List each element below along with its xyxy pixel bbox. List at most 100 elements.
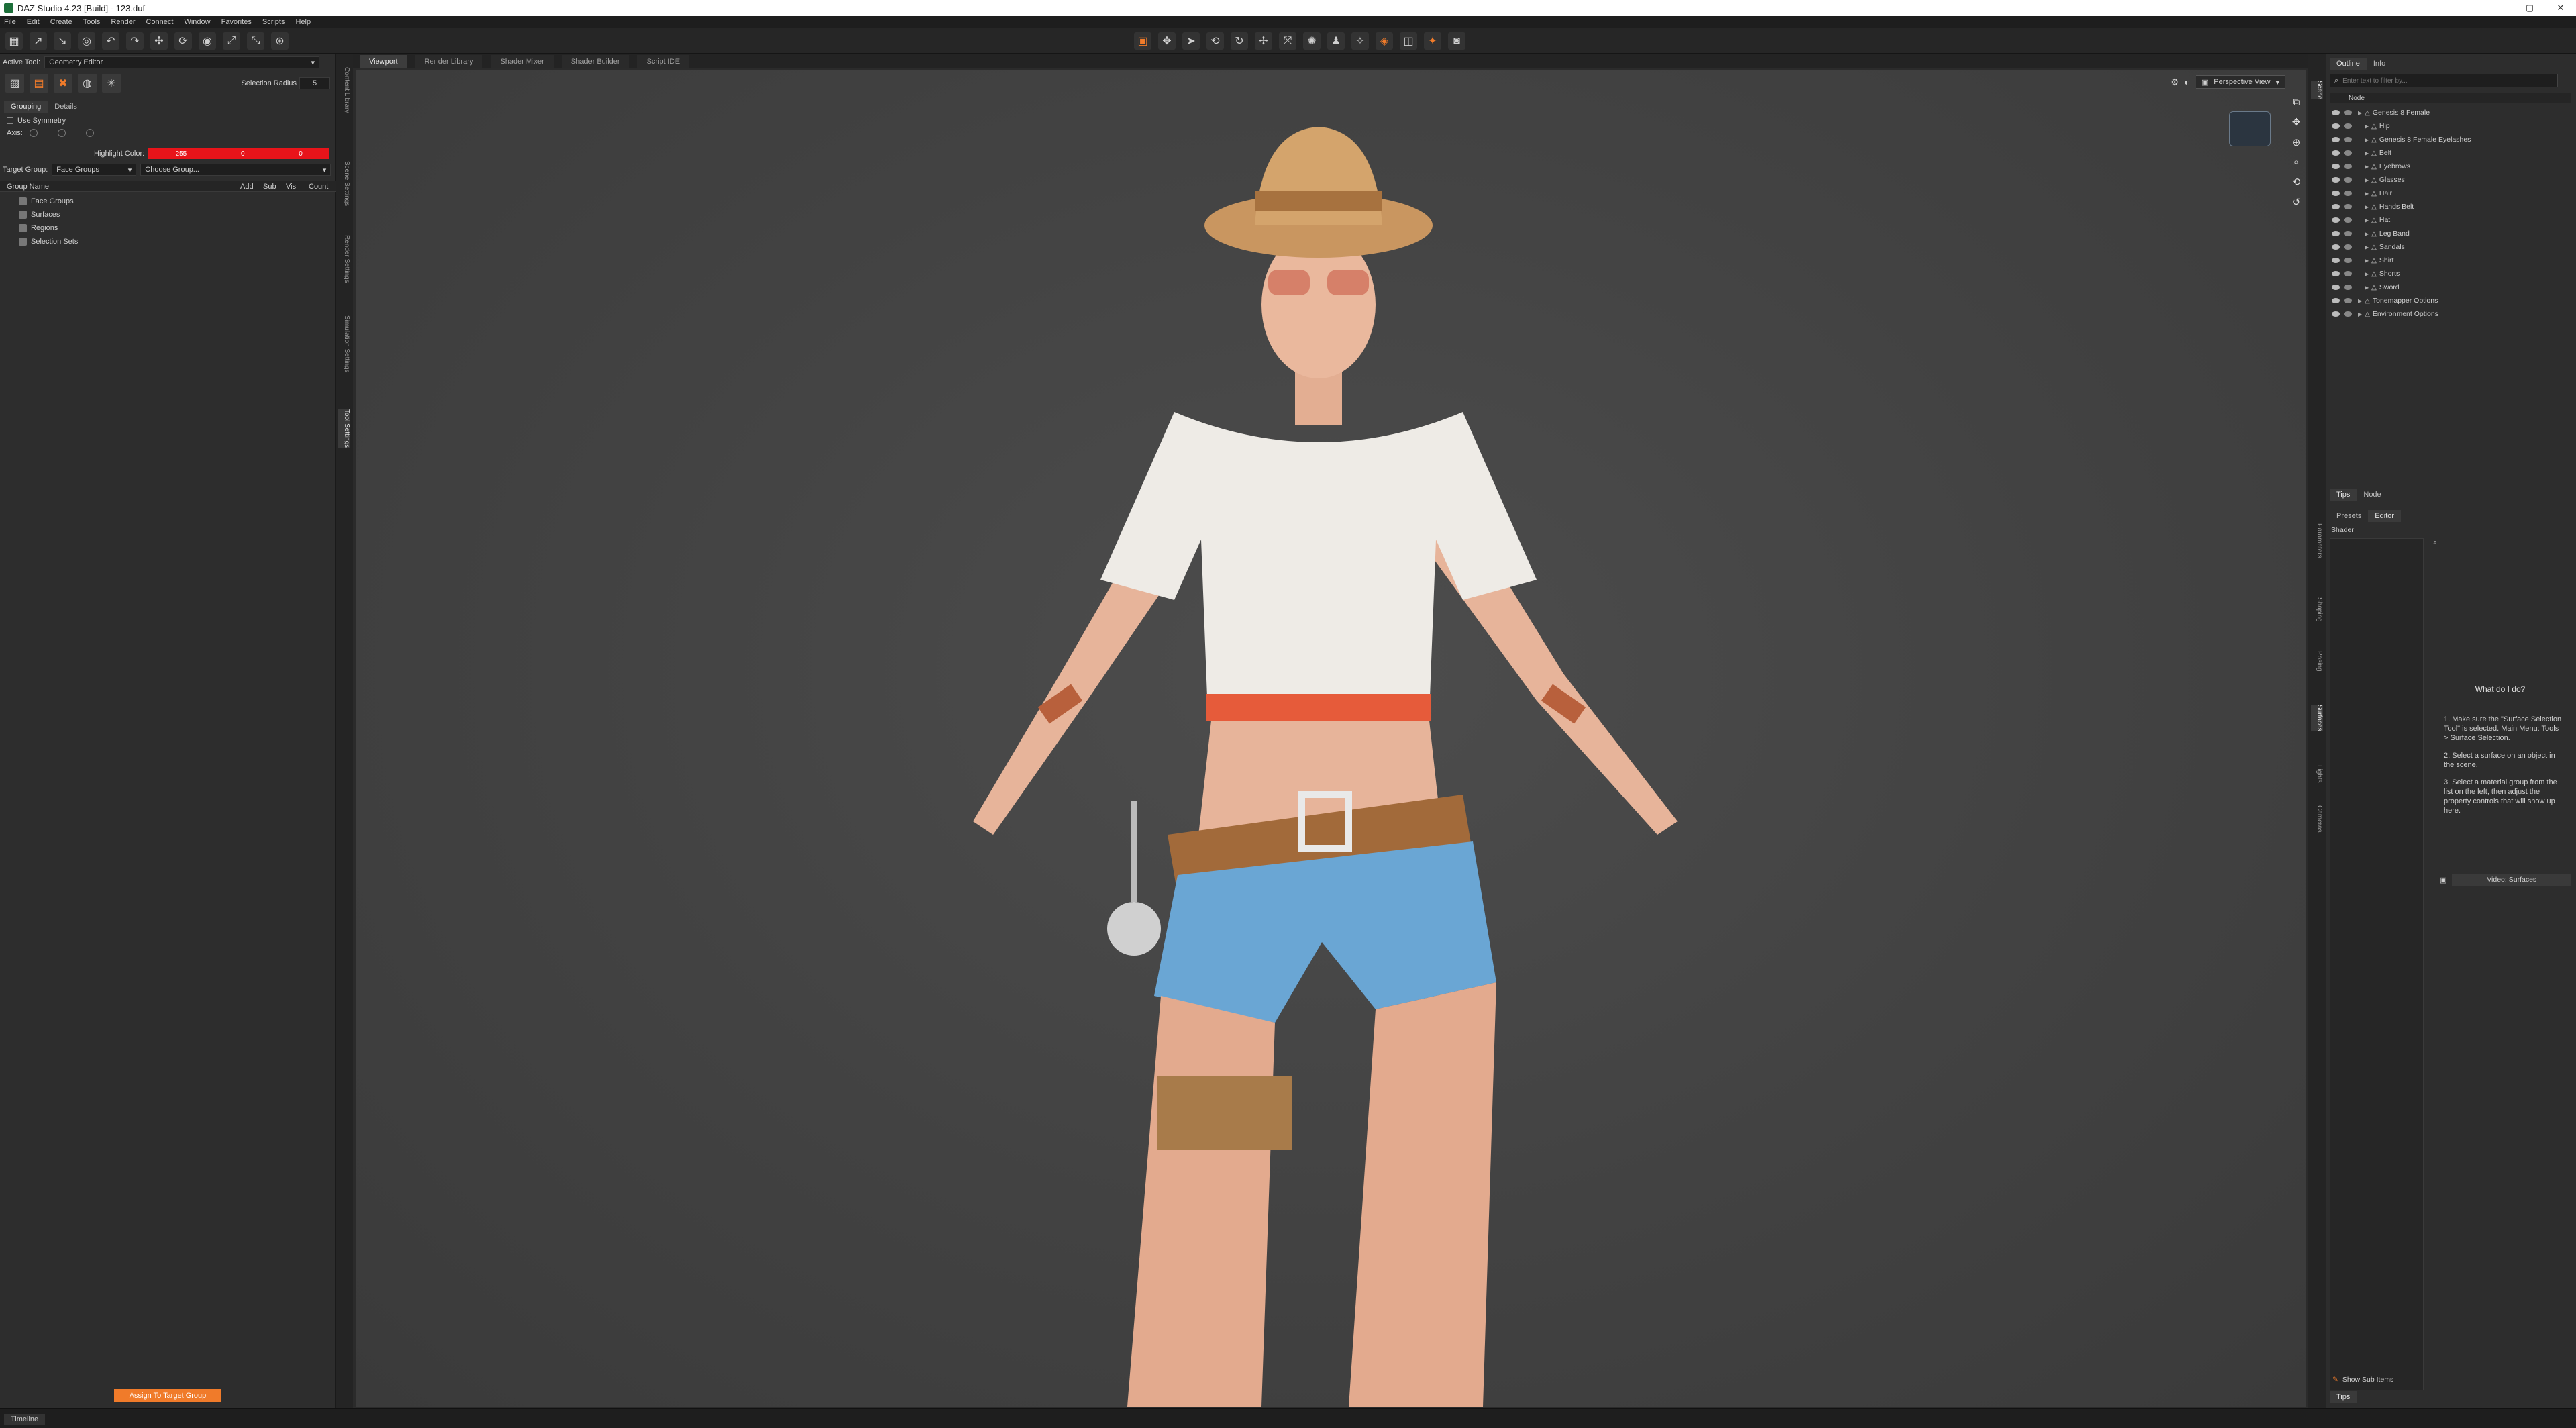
scene-tree-row[interactable]: ▶ △ Tonemapper Options: [2330, 294, 2571, 307]
axis-y-radio[interactable]: [57, 129, 66, 137]
tab-cameras[interactable]: Cameras: [2311, 805, 2323, 833]
tab-posing[interactable]: Posing: [2311, 651, 2323, 672]
scene-tree-row[interactable]: ▶ △ Genesis 8 Female Eyelashes: [2330, 133, 2571, 146]
save-icon[interactable]: ↘: [54, 32, 71, 50]
list-item[interactable]: Selection Sets: [19, 235, 78, 248]
expand-arrow-icon[interactable]: ▶: [2358, 298, 2362, 304]
pose-icon[interactable]: ✣: [150, 32, 168, 50]
menu-favorites[interactable]: Favorites: [221, 18, 252, 26]
tab-tips-bottom[interactable]: Tips: [2330, 1391, 2357, 1403]
tab-node[interactable]: Node: [2357, 489, 2387, 501]
target-group-dropdown[interactable]: Face Groups ▾: [52, 164, 137, 176]
scene-tree-row[interactable]: ▶ △ Environment Options: [2330, 307, 2571, 321]
lock-icon[interactable]: [2344, 204, 2352, 209]
menu-help[interactable]: Help: [295, 18, 311, 26]
tab-render-settings[interactable]: Render Settings: [338, 235, 350, 283]
lock-icon[interactable]: [2344, 285, 2352, 290]
visibility-eye-icon[interactable]: [2332, 311, 2340, 317]
lock-icon[interactable]: [2344, 164, 2352, 169]
tab-scene[interactable]: Scene: [2311, 81, 2323, 100]
expand-arrow-icon[interactable]: ▶: [2365, 204, 2369, 210]
visibility-eye-icon[interactable]: [2332, 150, 2340, 156]
node-header[interactable]: Node: [2349, 95, 2365, 102]
menu-edit[interactable]: Edit: [27, 18, 40, 26]
scene-tree-row[interactable]: ▶ △ Hip: [2330, 119, 2571, 133]
scene-tree-row[interactable]: ▶ △ Shirt: [2330, 254, 2571, 267]
tab-render-library[interactable]: Render Library: [415, 55, 483, 68]
visibility-eye-icon[interactable]: [2332, 110, 2340, 115]
menu-connect[interactable]: Connect: [146, 18, 174, 26]
figure-icon[interactable]: ♟: [1327, 32, 1345, 50]
surface-tool-icon[interactable]: ◫: [1400, 32, 1417, 50]
camera-icon[interactable]: ◙: [1448, 32, 1465, 50]
scene-tree-row[interactable]: ▶ △ Shorts: [2330, 267, 2571, 280]
lock-icon[interactable]: [2344, 110, 2352, 115]
expand-arrow-icon[interactable]: ▶: [2365, 231, 2369, 237]
tab-shader-mixer[interactable]: Shader Mixer: [491, 55, 554, 68]
maximize-button[interactable]: ▢: [2514, 0, 2545, 16]
tab-surfaces[interactable]: Surfaces: [2311, 705, 2323, 731]
choose-group-dropdown[interactable]: Choose Group... ▾: [140, 164, 331, 176]
tab-content-library[interactable]: Content Library: [338, 67, 350, 113]
undo-icon[interactable]: ↶: [102, 32, 119, 50]
scene-tree-row[interactable]: ▶ △ Genesis 8 Female: [2330, 106, 2571, 119]
universal-tool-icon[interactable]: ✥: [1158, 32, 1176, 50]
3d-viewport[interactable]: ⚙ ◐ ▣ Perspective View ▾ ⧉ ✥ ⊕ ⌕ ⟲ ↺: [356, 70, 2306, 1407]
tab-tips[interactable]: Tips: [2330, 489, 2357, 501]
tab-simulation-settings[interactable]: Simulation Settings: [338, 315, 350, 373]
scene-tree-row[interactable]: ▶ △ Sword: [2330, 280, 2571, 294]
lock-icon[interactable]: [2344, 137, 2352, 142]
expand-arrow-icon[interactable]: ▶: [2365, 244, 2369, 250]
menu-window[interactable]: Window: [184, 18, 210, 26]
tab-grouping[interactable]: Grouping: [4, 101, 48, 113]
select-tool-icon[interactable]: ➤: [1182, 32, 1200, 50]
selection-radius-input[interactable]: 5: [299, 77, 330, 89]
light-tool-icon[interactable]: ✦: [1424, 32, 1441, 50]
close-button[interactable]: ✕: [2545, 0, 2576, 16]
scale-icon[interactable]: ⤢: [223, 32, 240, 50]
rotate-icon[interactable]: ⟳: [174, 32, 192, 50]
tab-presets[interactable]: Presets: [2330, 510, 2368, 522]
lock-icon[interactable]: [2344, 150, 2352, 156]
expand-arrow-icon[interactable]: ▶: [2358, 311, 2362, 317]
tab-outline[interactable]: Outline: [2330, 58, 2367, 70]
tab-lights[interactable]: Lights: [2311, 765, 2323, 783]
axis-z-radio[interactable]: [85, 129, 94, 137]
marquee-icon[interactable]: ✖: [54, 74, 72, 93]
tab-timeline[interactable]: Timeline: [4, 1414, 46, 1425]
tab-shaping[interactable]: Shaping: [2311, 597, 2323, 622]
tab-scene-settings[interactable]: Scene Settings: [338, 161, 350, 206]
expand-arrow-icon[interactable]: ▶: [2365, 191, 2369, 197]
scene-tree-row[interactable]: ▶ △ Glasses: [2330, 173, 2571, 187]
lock-icon[interactable]: [2344, 191, 2352, 196]
list-item[interactable]: Surfaces: [19, 208, 78, 221]
visibility-eye-icon[interactable]: [2332, 271, 2340, 276]
scale-tool-icon[interactable]: ⤧: [1279, 32, 1296, 50]
menu-file[interactable]: File: [4, 18, 16, 26]
count-header[interactable]: Count: [309, 183, 336, 191]
visibility-eye-icon[interactable]: [2332, 285, 2340, 290]
show-sub-items-label[interactable]: Show Sub Items: [2342, 1376, 2393, 1384]
tab-info[interactable]: Info: [2367, 58, 2392, 70]
visibility-eye-icon[interactable]: [2332, 204, 2340, 209]
visibility-eye-icon[interactable]: [2332, 244, 2340, 250]
tab-viewport[interactable]: Viewport: [360, 55, 407, 68]
expand-arrow-icon[interactable]: ▶: [2365, 137, 2369, 143]
tab-shader-builder[interactable]: Shader Builder: [561, 55, 629, 68]
menu-create[interactable]: Create: [50, 18, 72, 26]
video-surfaces-button[interactable]: Video: Surfaces: [2452, 874, 2571, 886]
tab-editor[interactable]: Editor: [2368, 510, 2402, 522]
tab-parameters[interactable]: Parameters: [2311, 523, 2323, 558]
highlight-color-swatch[interactable]: 255 0 0: [148, 148, 330, 159]
joint-icon[interactable]: ⤡: [247, 32, 264, 50]
tab-script-ide[interactable]: Script IDE: [637, 55, 690, 68]
scene-tree-row[interactable]: ▶ △ Eyebrows: [2330, 160, 2571, 173]
sub-header[interactable]: Sub: [263, 183, 286, 191]
target-icon[interactable]: ◉: [199, 32, 216, 50]
lock-icon[interactable]: [2344, 177, 2352, 183]
lock-icon[interactable]: [2344, 258, 2352, 263]
geometry-select-icon[interactable]: ▨: [5, 74, 24, 93]
visibility-eye-icon[interactable]: [2332, 298, 2340, 303]
translate-tool-icon[interactable]: ✢: [1255, 32, 1272, 50]
visibility-eye-icon[interactable]: [2332, 137, 2340, 142]
